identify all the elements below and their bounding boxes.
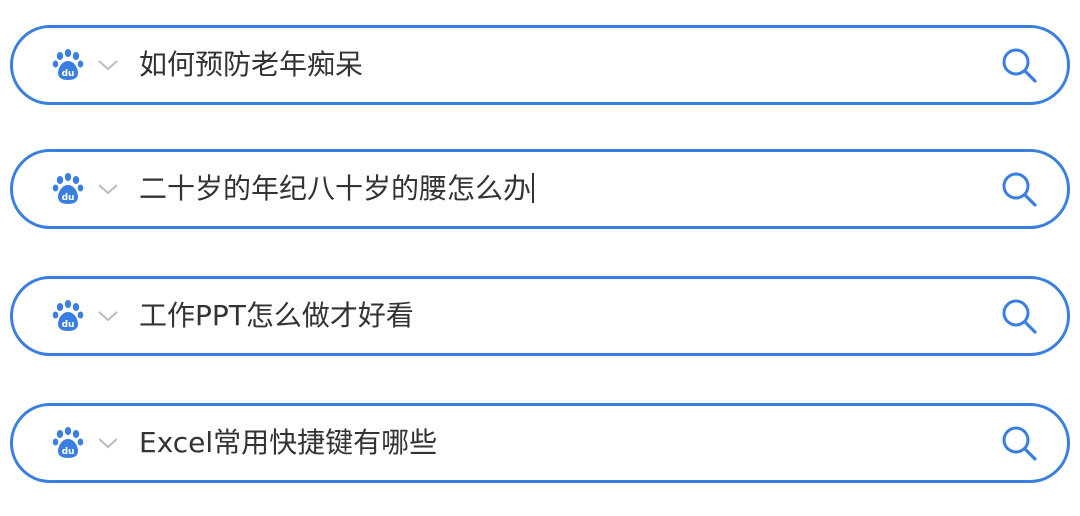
engine-badge-text: du: [62, 69, 75, 79]
search-bar[interactable]: du 工作PPT怎么做才好看: [10, 276, 1070, 356]
search-input[interactable]: 二十岁的年纪八十岁的腰怎么办: [139, 169, 997, 209]
search-query-text: 如何预防老年痴呆: [139, 48, 364, 81]
search-icon: [1002, 172, 1037, 207]
chevron-down-icon: [98, 60, 118, 71]
chevron-down-icon: [98, 438, 118, 449]
search-query-text: 工作PPT怎么做才好看: [139, 299, 414, 332]
search-icon: [1002, 426, 1037, 461]
text-caret: [532, 173, 535, 203]
baidu-paw-icon: du: [52, 49, 84, 80]
search-bar[interactable]: du 如何预防老年痴呆: [10, 25, 1070, 105]
search-query-text: Excel常用快捷键有哪些: [139, 426, 438, 459]
baidu-paw-icon: du: [52, 427, 84, 458]
search-bar[interactable]: du 二十岁的年纪八十岁的腰怎么办: [10, 149, 1070, 229]
engine-selector[interactable]: du: [51, 45, 119, 85]
search-button[interactable]: [997, 43, 1041, 87]
search-icon: [1002, 48, 1037, 83]
engine-badge-text: du: [62, 193, 75, 203]
search-bar-list: du 如何预防老年痴呆 du 二十岁的年纪八十岁的腰怎么办 du 工作PPT怎么…: [0, 0, 1080, 516]
engine-badge-text: du: [62, 320, 75, 330]
search-button[interactable]: [997, 421, 1041, 465]
chevron-down-icon: [98, 184, 118, 195]
engine-selector[interactable]: du: [51, 169, 119, 209]
search-input[interactable]: 工作PPT怎么做才好看: [139, 296, 997, 336]
engine-selector[interactable]: du: [51, 423, 119, 463]
baidu-paw-icon: du: [52, 173, 84, 204]
search-bar[interactable]: du Excel常用快捷键有哪些: [10, 403, 1070, 483]
baidu-paw-icon: du: [52, 300, 84, 331]
search-icon: [1002, 299, 1037, 334]
search-query-text: 二十岁的年纪八十岁的腰怎么办: [139, 172, 532, 205]
search-button[interactable]: [997, 294, 1041, 338]
engine-badge-text: du: [62, 447, 75, 457]
search-button[interactable]: [997, 167, 1041, 211]
chevron-down-icon: [98, 311, 118, 322]
engine-selector[interactable]: du: [51, 296, 119, 336]
search-input[interactable]: Excel常用快捷键有哪些: [139, 423, 997, 463]
search-input[interactable]: 如何预防老年痴呆: [139, 45, 997, 85]
